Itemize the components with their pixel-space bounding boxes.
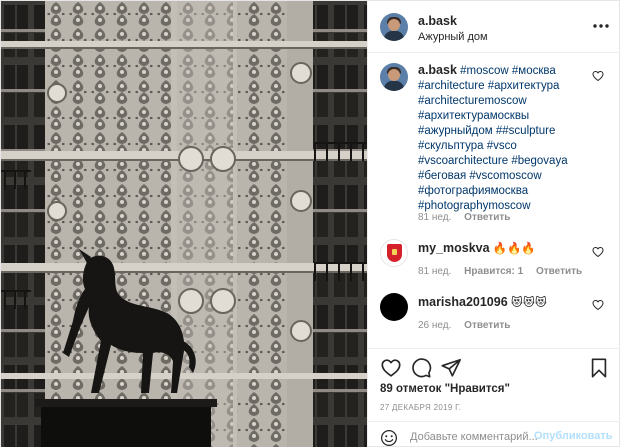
hashtag-link[interactable]: #беговая xyxy=(418,170,466,182)
hashtag-link[interactable]: ##sculpture xyxy=(496,125,555,137)
comment-meta: 26 нед. Ответить xyxy=(418,320,520,331)
comment-reply-button[interactable]: Ответить xyxy=(464,320,510,331)
more-horizontal-icon[interactable] xyxy=(591,17,611,35)
comment-author-username[interactable]: my_moskva xyxy=(418,241,490,255)
post-photo[interactable] xyxy=(1,1,367,447)
caption-reply-button[interactable]: Ответить xyxy=(464,212,510,223)
hashtag-link[interactable]: #architecturemoscow xyxy=(418,95,527,107)
comment-like-heart-icon[interactable] xyxy=(592,299,604,311)
hashtag-link[interactable]: #moscow xyxy=(460,65,509,77)
hashtag-link[interactable]: #фотографиямосква xyxy=(418,185,528,197)
author-username[interactable]: a.bask xyxy=(418,14,457,28)
heart-icon[interactable] xyxy=(380,357,402,379)
comment-age: 81 нед. xyxy=(418,266,452,277)
comment-text: my_moskva 🔥🔥🔥 xyxy=(418,241,588,257)
caption-hashtags: #moscow #москва #architecture #архитекту… xyxy=(418,65,568,212)
author-avatar[interactable] xyxy=(380,13,408,41)
comment-reply-button[interactable]: Ответить xyxy=(536,266,582,277)
hashtag-link[interactable]: #архитектурамосквы xyxy=(418,110,529,122)
caption-age: 81 нед. xyxy=(418,212,452,223)
comment-age: 26 нед. xyxy=(418,320,452,331)
instagram-post: a.bask Ажурный дом a.bask #moscow #москв… xyxy=(0,0,620,447)
add-comment-bar: Опубликовать xyxy=(368,421,620,447)
comment-avatar[interactable] xyxy=(380,293,408,321)
smiley-icon[interactable] xyxy=(380,429,398,447)
comment-input[interactable] xyxy=(410,429,538,445)
hashtag-link[interactable]: #москва xyxy=(512,65,556,77)
caption-author-username[interactable]: a.bask xyxy=(418,63,457,77)
publish-button[interactable]: Опубликовать xyxy=(534,430,613,442)
facade-photo-illustration xyxy=(1,1,367,447)
comment-icon[interactable] xyxy=(410,357,432,379)
post-footer: 89 отметок "Нравится" 27 декабря 2019 г.… xyxy=(368,348,620,447)
hashtag-link[interactable]: #архитектура xyxy=(488,80,560,92)
bookmark-icon[interactable] xyxy=(588,357,610,379)
hashtag-link[interactable]: #скульптура xyxy=(418,140,484,152)
comment-meta: 81 нед. Нравится: 1 Ответить xyxy=(418,266,592,277)
caption-text: a.bask #moscow #москва #architecture #ар… xyxy=(418,63,588,214)
hashtag-link[interactable]: #vsco xyxy=(487,140,517,152)
comment-author-username[interactable]: marisha201096 xyxy=(418,295,508,309)
post-date[interactable]: 27 декабря 2019 г. xyxy=(380,403,461,412)
likes-count[interactable]: 89 отметок "Нравится" xyxy=(380,383,510,395)
comment-text: marisha201096 😻😻😻 xyxy=(418,295,588,311)
hashtag-link[interactable]: #vscoarchitecture xyxy=(418,155,508,167)
hashtag-link[interactable]: #vscomoscow xyxy=(469,170,541,182)
coat-of-arms-icon xyxy=(387,244,402,262)
caption-meta: 81 нед. Ответить xyxy=(418,212,520,223)
hashtag-link[interactable]: #begovaya xyxy=(511,155,567,167)
comment-like-heart-icon[interactable] xyxy=(592,246,604,258)
paper-plane-icon[interactable] xyxy=(440,357,462,379)
comment-body: 😻😻😻 xyxy=(510,297,547,309)
hashtag-link[interactable]: #architecture xyxy=(418,80,484,92)
post-location[interactable]: Ажурный дом xyxy=(418,31,488,43)
comments-list[interactable]: a.bask #moscow #москва #architecture #ар… xyxy=(368,53,620,348)
caption-author-avatar[interactable] xyxy=(380,63,408,91)
comment-body: 🔥🔥🔥 xyxy=(492,243,536,255)
action-bar xyxy=(380,357,610,381)
comment-avatar[interactable] xyxy=(380,239,408,267)
caption-like-heart-icon[interactable] xyxy=(592,70,604,82)
hashtag-link[interactable]: #photographymoscow xyxy=(418,200,531,212)
post-header: a.bask Ажурный дом xyxy=(368,1,620,53)
post-details-panel: a.bask Ажурный дом a.bask #moscow #москв… xyxy=(367,1,620,447)
hashtag-link[interactable]: #ажурныйдом xyxy=(418,125,493,137)
comment-likes-count[interactable]: Нравится: 1 xyxy=(464,266,523,277)
